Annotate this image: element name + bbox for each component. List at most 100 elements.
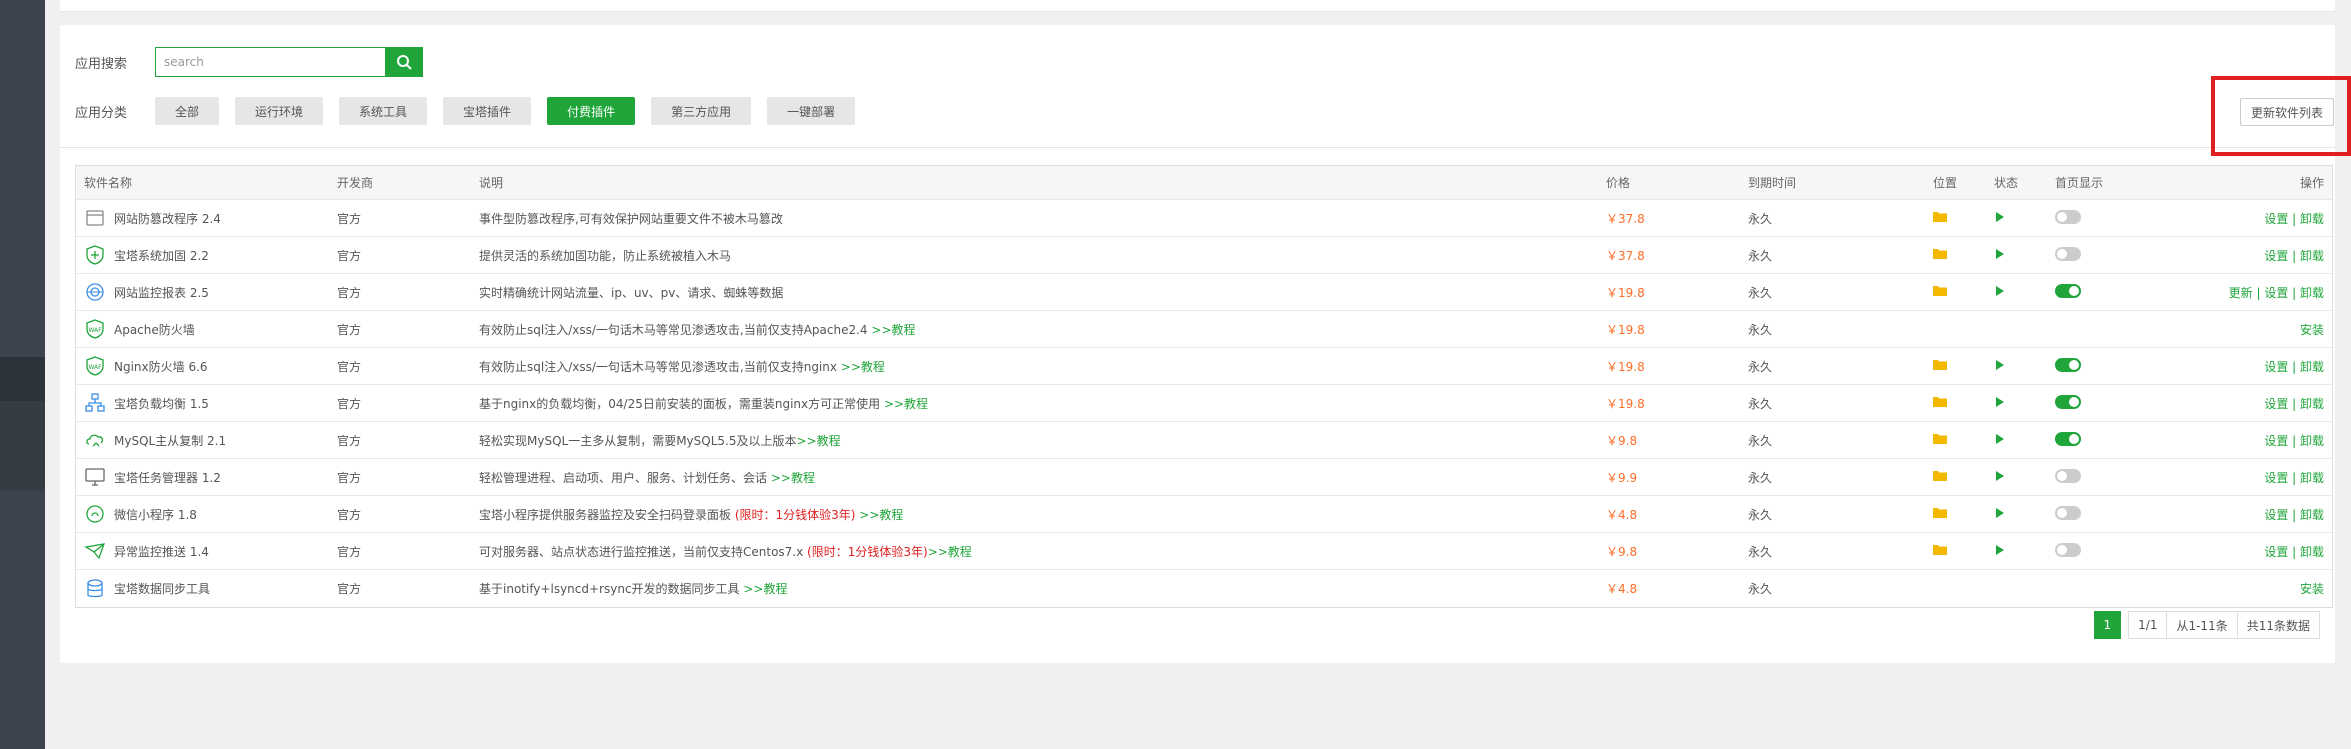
home-display-cell <box>2047 431 2148 449</box>
status-cell <box>1986 470 2047 484</box>
top-panel <box>60 0 2335 12</box>
play-icon[interactable] <box>1996 360 2004 370</box>
tutorial-link[interactable]: >>教程 <box>771 471 815 485</box>
category-paid-plugins[interactable]: 付费插件 <box>547 97 636 125</box>
folder-icon[interactable] <box>1933 396 1947 407</box>
tutorial-link[interactable]: >>教程 <box>743 582 787 596</box>
folder-icon[interactable] <box>1933 544 1947 555</box>
app-store-panel: 应用搜索 search 应用分类 全部 运行环境 系统工具 宝塔插件 付费插件 … <box>60 25 2335 663</box>
actions[interactable]: 设置 | 卸载 <box>2148 358 2332 375</box>
plugin-name-cell[interactable]: 宝塔数据同步工具 <box>76 578 329 600</box>
home-display-toggle[interactable] <box>2055 505 2081 520</box>
play-icon[interactable] <box>1996 471 2004 481</box>
actions[interactable]: 设置 | 卸载 <box>2148 210 2332 227</box>
play-icon[interactable] <box>1996 545 2004 555</box>
actions[interactable]: 设置 | 卸载 <box>2148 432 2332 449</box>
home-display-toggle[interactable] <box>2055 283 2081 298</box>
actions[interactable]: 设置 | 卸载 <box>2148 395 2332 412</box>
description: 轻松管理进程、启动项、用户、服务、计划任务、会话 >>教程 <box>471 469 1598 486</box>
category-label: 应用分类 <box>75 105 128 121</box>
home-display-cell <box>2047 283 2148 301</box>
actions[interactable]: 设置 | 卸载 <box>2148 247 2332 264</box>
category-third-party[interactable]: 第三方应用 <box>651 97 752 125</box>
plugin-name-cell[interactable]: 网站防篡改程序 2.4 <box>76 207 329 229</box>
plugin-name-cell[interactable]: 宝塔系统加固 2.2 <box>76 244 329 266</box>
developer: 官方 <box>337 359 362 374</box>
folder-icon[interactable] <box>1933 359 1947 370</box>
actions[interactable]: 安装 <box>2148 321 2332 338</box>
folder-icon[interactable] <box>1933 470 1947 481</box>
home-display-toggle[interactable] <box>2055 209 2081 224</box>
category-all[interactable]: 全部 <box>155 97 220 125</box>
monitor-report-icon <box>84 281 106 303</box>
home-display-cell <box>2047 505 2148 523</box>
plugin-name-cell[interactable]: 网站监控报表 2.5 <box>76 281 329 303</box>
folder-icon[interactable] <box>1933 211 1947 222</box>
plugin-name-cell[interactable]: 宝塔负载均衡 1.5 <box>76 392 329 414</box>
plugin-name-cell[interactable]: WAF Nginx防火墙 6.6 <box>76 355 329 377</box>
promo-text: (限时：1分钱体验3年) <box>734 507 856 522</box>
home-display-toggle[interactable] <box>2055 468 2081 483</box>
developer: 官方 <box>337 322 362 337</box>
header-status: 状态 <box>1994 176 2019 190</box>
actions[interactable]: 设置 | 卸载 <box>2148 543 2332 560</box>
plugin-name-cell[interactable]: WAF Apache防火墙 <box>76 318 329 340</box>
folder-icon[interactable] <box>1933 507 1947 518</box>
tutorial-link[interactable]: >>教程 <box>884 397 928 411</box>
tutorial-link[interactable]: >>教程 <box>797 434 841 448</box>
tutorial-link[interactable]: >>教程 <box>855 508 903 522</box>
plugin-name: 宝塔数据同步工具 <box>114 582 211 596</box>
category-row: 应用分类 全部 运行环境 系统工具 宝塔插件 付费插件 第三方应用 一键部署 <box>75 97 871 125</box>
status-cell <box>1986 248 2047 262</box>
description-text: 事件型防篡改程序,可有效保护网站重要文件不被木马篡改 <box>479 211 783 226</box>
home-display-cell <box>2047 542 2148 560</box>
actions[interactable]: 设置 | 卸载 <box>2148 506 2332 523</box>
description-text: 轻松实现MySQL一主多从复制，需要MySQL5.5及以上版本 <box>479 433 797 448</box>
play-icon[interactable] <box>1996 249 2004 259</box>
header-price: 价格 <box>1606 176 1631 190</box>
expiry: 永久 <box>1748 285 1773 300</box>
category-one-click-deploy[interactable]: 一键部署 <box>767 97 856 125</box>
play-icon[interactable] <box>1996 508 2004 518</box>
plugin-name-cell[interactable]: 微信小程序 1.8 <box>76 503 329 525</box>
home-display-toggle[interactable] <box>2055 246 2081 261</box>
actions[interactable]: 安装 <box>2148 580 2332 597</box>
description-text: 基于inotify+lsyncd+rsync开发的数据同步工具 <box>479 582 744 596</box>
price: ￥4.8 <box>1606 507 1638 522</box>
plugin-name: 微信小程序 1.8 <box>114 507 197 522</box>
play-icon[interactable] <box>1996 286 2004 296</box>
tutorial-link[interactable]: >>教程 <box>928 545 972 559</box>
header-developer: 开发商 <box>337 176 374 190</box>
play-icon[interactable] <box>1996 212 2004 222</box>
actions[interactable]: 设置 | 卸载 <box>2148 469 2332 486</box>
search-button[interactable] <box>385 47 423 77</box>
category-bt-plugins[interactable]: 宝塔插件 <box>443 97 532 125</box>
home-display-toggle[interactable] <box>2055 394 2081 409</box>
plugin-name-cell[interactable]: MySQL主从复制 2.1 <box>76 429 329 451</box>
play-icon[interactable] <box>1996 397 2004 407</box>
plugin-name-cell[interactable]: 异常监控推送 1.4 <box>76 540 329 562</box>
home-display-toggle[interactable] <box>2055 357 2081 372</box>
folder-icon[interactable] <box>1933 285 1947 296</box>
category-system-tools[interactable]: 系统工具 <box>339 97 428 125</box>
sidebar-active-item[interactable] <box>0 357 45 401</box>
actions[interactable]: 更新 | 设置 | 卸载 <box>2148 284 2332 301</box>
page-count: 1/1 <box>2128 611 2168 639</box>
home-display-toggle[interactable] <box>2055 431 2081 446</box>
category-runtime[interactable]: 运行环境 <box>235 97 324 125</box>
folder-icon[interactable] <box>1933 433 1947 444</box>
description-text: 提供灵活的系统加固功能，防止系统被植入木马 <box>479 248 732 263</box>
price: ￥4.8 <box>1606 582 1638 596</box>
plugin-name: MySQL主从复制 2.1 <box>114 433 227 448</box>
play-icon[interactable] <box>1996 434 2004 444</box>
waf-icon: WAF <box>84 318 106 340</box>
search-input[interactable]: search <box>155 47 385 77</box>
folder-icon[interactable] <box>1933 248 1947 259</box>
page-1-button[interactable]: 1 <box>2093 611 2122 639</box>
tutorial-link[interactable]: >>教程 <box>841 360 885 374</box>
tutorial-link[interactable]: >>教程 <box>871 323 915 337</box>
page-total: 共11条数据 <box>2236 611 2320 639</box>
price: ￥19.8 <box>1606 285 1645 300</box>
home-display-toggle[interactable] <box>2055 542 2081 557</box>
plugin-name-cell[interactable]: 宝塔任务管理器 1.2 <box>76 466 329 488</box>
